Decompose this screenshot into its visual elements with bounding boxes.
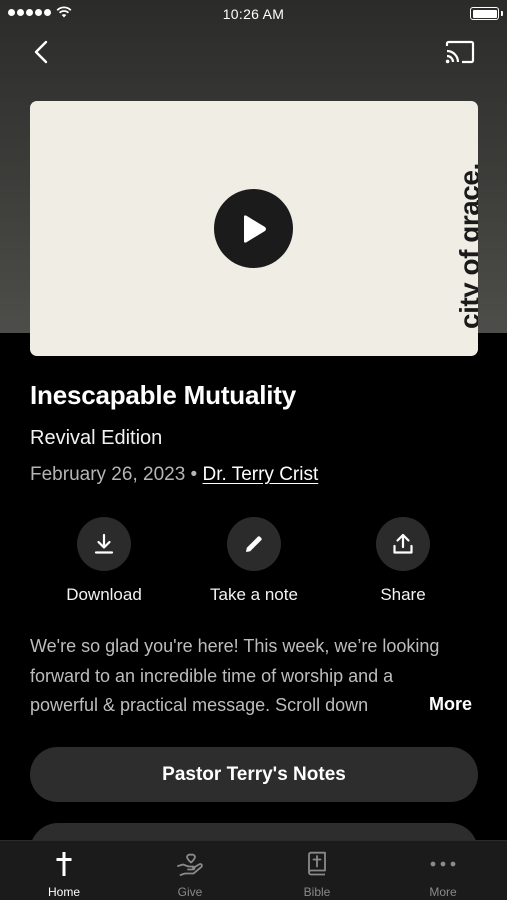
cast-button[interactable]: [442, 36, 478, 68]
meta-separator: •: [190, 464, 198, 485]
more-description-link[interactable]: More: [429, 694, 472, 715]
pencil-icon: [246, 536, 262, 552]
share-circle[interactable]: [376, 517, 430, 571]
bible-icon: [308, 851, 326, 876]
tab-give-label: Give: [177, 885, 203, 899]
sermon-series: Revival Edition: [30, 427, 163, 449]
speaker-link[interactable]: Dr. Terry Crist: [202, 464, 318, 485]
tab-bible-label: Bible: [303, 885, 331, 899]
share-button[interactable]: Share: [328, 517, 478, 605]
download-icon: [94, 533, 114, 554]
pastor-notes-button[interactable]: Pastor Terry's Notes: [30, 747, 478, 802]
take-note-circle[interactable]: [227, 517, 281, 571]
tab-home-label: Home: [47, 885, 80, 899]
more-dots-icon: [430, 861, 456, 867]
download-button[interactable]: Download: [29, 517, 179, 605]
back-button[interactable]: [26, 36, 56, 68]
sermon-date: February 26, 2023: [30, 464, 186, 485]
take-note-button[interactable]: Take a note: [179, 517, 329, 605]
battery-icon: [470, 7, 503, 20]
sermon-media-player[interactable]: city of grace.: [30, 101, 478, 356]
tab-bar: Home Give Bible More: [0, 840, 507, 900]
tab-home[interactable]: Home: [14, 841, 114, 900]
play-button[interactable]: [214, 189, 293, 268]
sermon-title: Inescapable Mutuality: [30, 380, 296, 410]
take-note-label: Take a note: [210, 585, 298, 604]
share-label: Share: [380, 585, 426, 604]
tab-more[interactable]: More: [393, 841, 493, 900]
brand-logo-text: city of grace.: [454, 163, 478, 329]
giving-hand-icon: [177, 853, 203, 876]
cross-icon: [56, 852, 72, 876]
tab-bible[interactable]: Bible: [267, 841, 367, 900]
tab-give[interactable]: Give: [140, 841, 240, 900]
tab-more-label: More: [429, 885, 457, 899]
cast-icon: [445, 40, 475, 64]
play-icon: [243, 214, 266, 243]
status-bar: 10:26 AM: [0, 0, 507, 28]
download-label: Download: [66, 585, 142, 604]
chevron-left-icon: [34, 40, 48, 64]
status-time: 10:26 AM: [222, 6, 285, 22]
download-circle[interactable]: [77, 517, 131, 571]
share-icon: [393, 533, 413, 554]
sermon-meta: February 26, 2023 • Dr. Terry Crist: [30, 464, 318, 486]
